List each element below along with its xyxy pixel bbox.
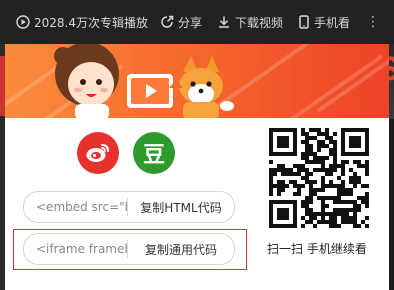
video-toolbar: 2028.4万次专辑播放 分享 下载视频 手机看 ⋮ — [0, 0, 394, 44]
play-circle-icon — [16, 15, 30, 29]
qr-caption: 扫一扫 手机继续看 — [267, 242, 367, 256]
share-icon — [161, 15, 174, 28]
download-icon — [219, 16, 229, 28]
watch-on-phone-label: 手机看 — [314, 15, 351, 30]
share-banner — [5, 44, 389, 118]
html-embed-code[interactable]: <embed src="h — [24, 200, 127, 214]
copy-html-button[interactable]: 复制HTML代码 — [128, 199, 234, 216]
douban-icon: 豆 — [142, 143, 165, 168]
play-count-text: 2028.4万次专辑播放 — [34, 15, 148, 30]
phone-icon — [299, 15, 309, 29]
download-label: 下载视频 — [235, 15, 284, 30]
weibo-icon — [86, 144, 109, 162]
html-embed-row: <embed src="h 复制HTML代码 — [23, 191, 235, 223]
iframe-embed-code[interactable]: <iframe framebo — [24, 242, 127, 256]
share-label: 分享 — [178, 15, 203, 30]
play-count: 2028.4万次专辑播放 — [16, 13, 148, 31]
share-popup: 豆 <embed src="h 复制HTML代码 <iframe framebo… — [5, 44, 389, 290]
watch-on-phone-button[interactable]: 手机看 — [298, 13, 350, 31]
popup-pointer — [169, 80, 183, 88]
download-button[interactable]: 下载视频 — [217, 13, 283, 31]
qr-code — [269, 128, 369, 228]
more-icon[interactable]: ⋮ — [366, 13, 380, 31]
qr-code-icon — [269, 128, 369, 228]
mascot-illustration — [54, 44, 234, 118]
share-weibo-button[interactable] — [77, 132, 119, 174]
copy-general-code-button[interactable]: 复制通用代码 — [128, 241, 234, 258]
iframe-embed-row: <iframe framebo 复制通用代码 — [23, 233, 235, 265]
share-button[interactable]: 分享 — [160, 13, 202, 31]
share-douban-button[interactable]: 豆 — [133, 132, 175, 174]
